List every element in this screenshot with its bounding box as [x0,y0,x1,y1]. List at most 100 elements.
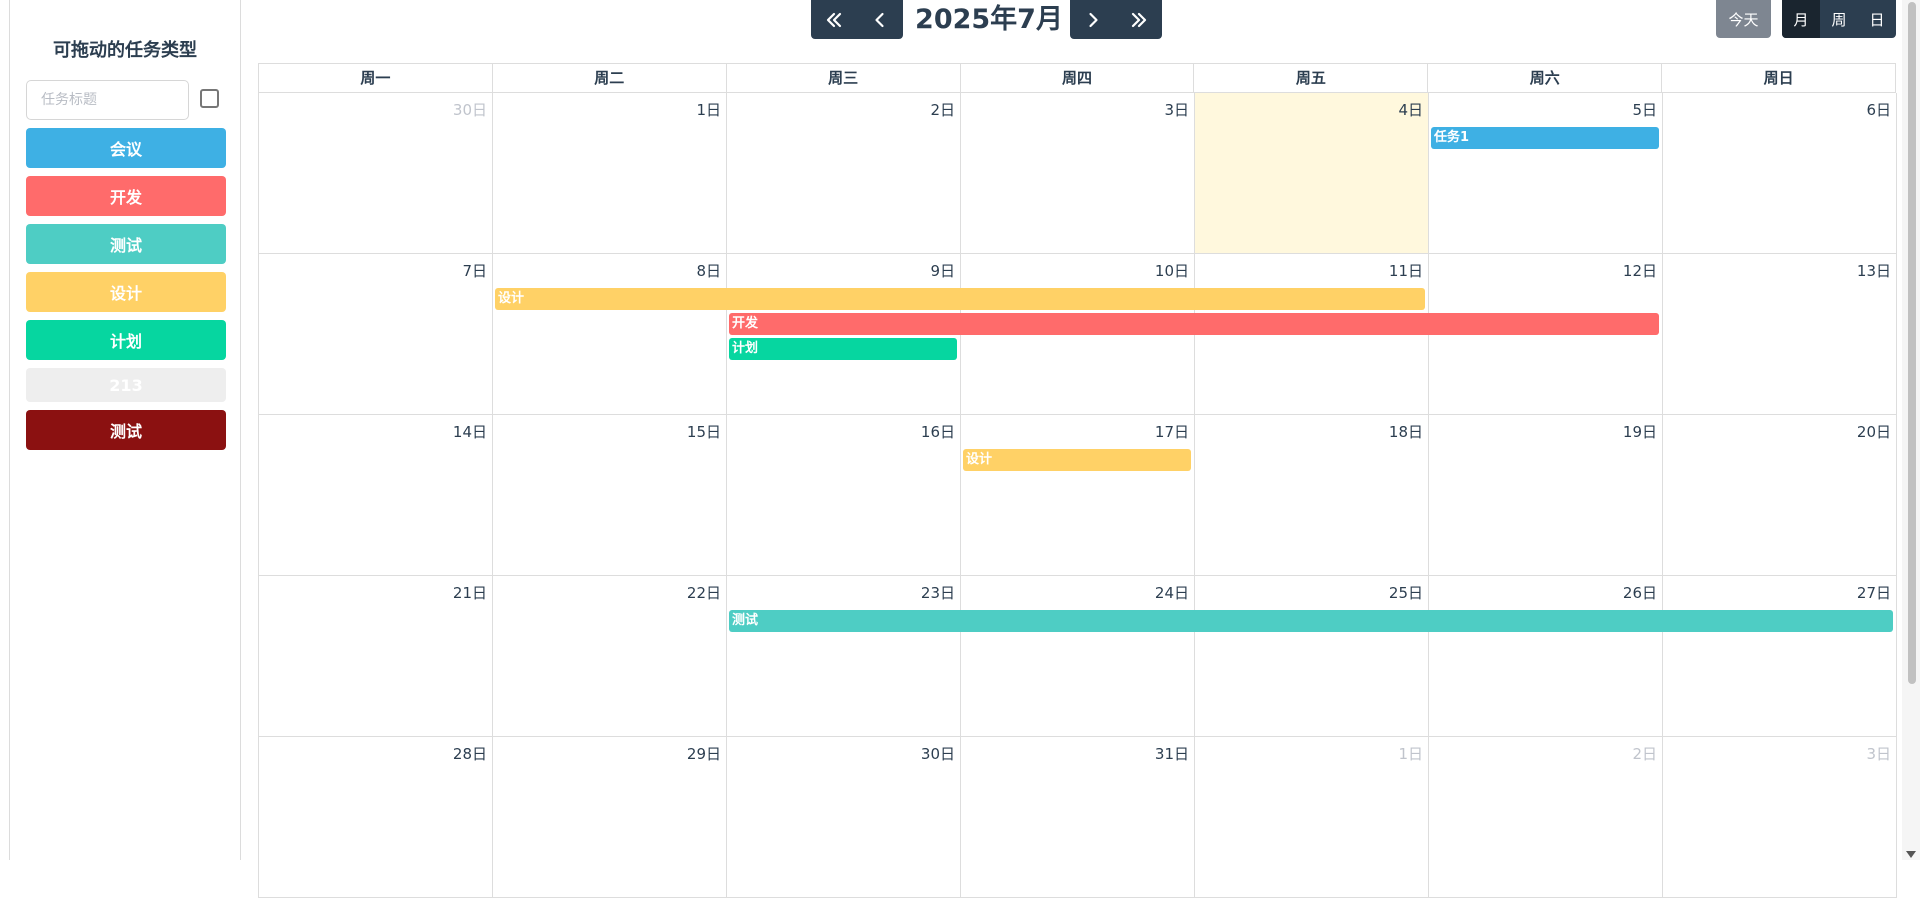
prev-year-button[interactable] [811,0,857,39]
day-cell[interactable]: 23日 [727,576,961,737]
view-button[interactable]: 周 [1820,0,1858,38]
day-number[interactable]: 19日 [1623,421,1657,442]
day-number[interactable]: 20日 [1857,421,1891,442]
day-cell[interactable]: 30日 [727,737,961,898]
day-number[interactable]: 30日 [453,99,487,120]
task-type-button[interactable]: 计划 [26,320,226,360]
day-cell[interactable]: 21日 [259,576,493,737]
calendar-event[interactable]: 任务1 [1431,127,1659,149]
today-button[interactable]: 今天 [1716,0,1771,38]
day-number[interactable]: 8日 [696,260,721,281]
day-number[interactable]: 10日 [1155,260,1189,281]
task-checkbox[interactable] [200,89,219,108]
view-button[interactable]: 月 [1782,0,1820,38]
day-cell[interactable]: 22日 [493,576,727,737]
task-title-input[interactable] [26,80,189,120]
day-cell[interactable]: 27日 [1663,576,1897,737]
day-number[interactable]: 12日 [1623,260,1657,281]
weekday-header: 周一 周二 周三 周四 周五 周六 周日 [258,63,1896,93]
task-type-button[interactable]: 开发 [26,176,226,216]
calendar-event[interactable]: 开发 [729,313,1659,335]
day-number[interactable]: 22日 [687,582,721,603]
day-number[interactable]: 26日 [1623,582,1657,603]
calendar-event[interactable]: 计划 [729,338,957,360]
week-row: 21日 22日 23日 24日 25日 26日 27日 [258,576,1897,737]
day-cell[interactable]: 2日 [727,93,961,254]
day-cell[interactable]: 3日 [1663,737,1897,898]
day-cell[interactable]: 8日 [493,254,727,415]
day-cell[interactable]: 1日 [493,93,727,254]
day-number[interactable]: 30日 [921,743,955,764]
day-number[interactable]: 3日 [1866,743,1891,764]
page-scrollbar[interactable] [1902,0,1920,860]
day-number[interactable]: 25日 [1389,582,1423,603]
day-cell[interactable]: 31日 [961,737,1195,898]
day-number[interactable]: 1日 [696,99,721,120]
day-cell[interactable]: 1日 [1195,737,1429,898]
day-cell[interactable]: 4日 [1195,93,1429,254]
calendar-event[interactable]: 设计 [495,288,1425,310]
day-cell[interactable]: 16日 [727,415,961,576]
day-cell[interactable]: 30日 [259,93,493,254]
day-number[interactable]: 6日 [1866,99,1891,120]
day-number[interactable]: 2日 [930,99,955,120]
day-cell[interactable]: 13日 [1663,254,1897,415]
task-type-button[interactable]: 213 [26,368,226,402]
task-type-sidebar: 可拖动的任务类型 会议开发测试设计计划213测试 [9,0,241,860]
day-number[interactable]: 15日 [687,421,721,442]
day-number[interactable]: 7日 [462,260,487,281]
day-cell[interactable]: 7日 [259,254,493,415]
day-number[interactable]: 13日 [1857,260,1891,281]
scroll-down-arrow-icon[interactable] [1906,851,1916,858]
day-number[interactable]: 23日 [921,582,955,603]
day-cell[interactable]: 15日 [493,415,727,576]
day-number[interactable]: 1日 [1398,743,1423,764]
day-number[interactable]: 29日 [687,743,721,764]
day-number[interactable]: 16日 [921,421,955,442]
task-type-button[interactable]: 设计 [26,272,226,312]
day-cell[interactable]: 28日 [259,737,493,898]
day-cell[interactable]: 6日 [1663,93,1897,254]
day-number[interactable]: 3日 [1164,99,1189,120]
day-cell[interactable]: 5日 [1429,93,1663,254]
day-cell[interactable]: 19日 [1429,415,1663,576]
day-cell[interactable]: 20日 [1663,415,1897,576]
scrollbar-thumb[interactable] [1908,2,1916,684]
task-type-button[interactable]: 测试 [26,410,226,450]
day-cell[interactable]: 26日 [1429,576,1663,737]
week-row: 28日 29日 30日 31日 1日 2日 3日 [258,737,1897,898]
day-cell[interactable]: 24日 [961,576,1195,737]
task-type-button[interactable]: 会议 [26,128,226,168]
day-number[interactable]: 4日 [1398,99,1423,120]
calendar-event[interactable]: 测试 [729,610,1893,632]
day-cell[interactable]: 17日 [961,415,1195,576]
day-number[interactable]: 5日 [1632,99,1657,120]
calendar-event[interactable]: 设计 [963,449,1191,471]
day-cell[interactable]: 29日 [493,737,727,898]
day-number[interactable]: 14日 [453,421,487,442]
chevron-right-icon [1089,12,1098,27]
day-cell[interactable]: 14日 [259,415,493,576]
day-number[interactable]: 21日 [453,582,487,603]
double-chevron-right-icon [1131,12,1147,27]
day-number[interactable]: 28日 [453,743,487,764]
day-number[interactable]: 11日 [1389,260,1423,281]
day-number[interactable]: 17日 [1155,421,1189,442]
day-number[interactable]: 31日 [1155,743,1189,764]
prev-month-button[interactable] [857,0,903,39]
weekday-header-cell: 周六 [1428,64,1663,92]
day-cell[interactable]: 25日 [1195,576,1429,737]
chevron-left-icon [875,12,884,27]
day-number[interactable]: 27日 [1857,582,1891,603]
day-cell[interactable]: 18日 [1195,415,1429,576]
day-cell[interactable]: 3日 [961,93,1195,254]
view-button[interactable]: 日 [1858,0,1896,38]
next-year-button[interactable] [1116,0,1162,39]
day-number[interactable]: 9日 [930,260,955,281]
day-number[interactable]: 24日 [1155,582,1189,603]
next-month-button[interactable] [1070,0,1116,39]
day-number[interactable]: 18日 [1389,421,1423,442]
day-cell[interactable]: 2日 [1429,737,1663,898]
day-number[interactable]: 2日 [1632,743,1657,764]
task-type-button[interactable]: 测试 [26,224,226,264]
